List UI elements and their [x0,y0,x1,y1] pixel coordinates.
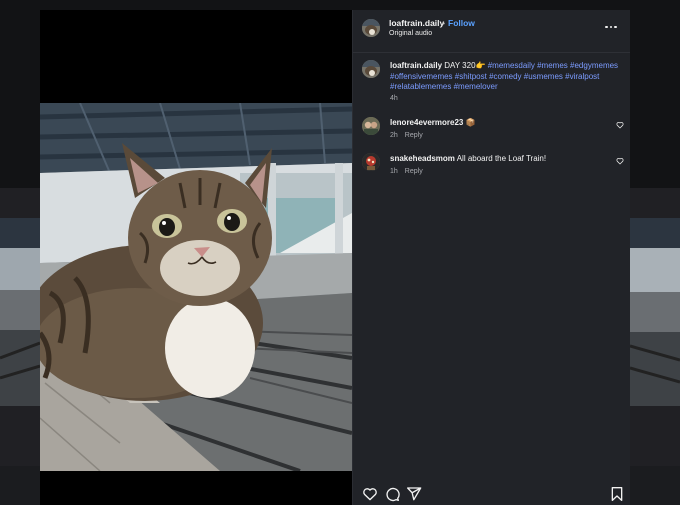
hashtag[interactable]: #memesdaily [488,61,535,70]
media-viewer[interactable] [40,10,352,505]
author-avatar[interactable] [362,19,380,37]
reply-button[interactable]: Reply [405,132,423,139]
comment-2-meta: 1h Reply [390,168,423,175]
comment-2: snakeheadsmom All aboard the Loaf Train! [390,154,600,163]
post-modal: loaftrain.daily • Follow Original audio … [40,10,630,505]
comment-username[interactable]: snakeheadsmom [390,154,455,163]
post-details-panel: loaftrain.daily • Follow Original audio … [352,10,630,505]
hashtag[interactable]: #memes [537,61,568,70]
comment-icon[interactable] [384,486,400,502]
hashtag[interactable]: #usmemes [524,72,563,81]
comment-text: 📦 [465,118,476,127]
caption-username[interactable]: loaftrain.daily [390,61,442,70]
comment-1: lenore4evermore23 📦 [390,118,600,127]
action-bar [353,484,630,505]
post-video[interactable] [40,103,352,471]
comment-like-heart-icon[interactable] [616,157,624,165]
comment-timestamp: 1h [390,168,398,175]
comment-like-heart-icon[interactable] [616,121,624,129]
hashtag[interactable]: #viralpost [565,72,599,81]
post-caption: loaftrain.daily DAY 320👉 #memesdaily #me… [390,61,622,93]
comment-1-meta: 2h Reply [390,132,423,139]
audio-link[interactable]: Original audio [389,30,432,37]
more-options-icon[interactable] [603,22,619,32]
follow-button[interactable]: Follow [448,18,475,28]
hashtag[interactable]: #comedy [489,72,521,81]
reply-button[interactable]: Reply [405,168,423,175]
commenter-avatar[interactable] [362,153,380,171]
header-divider [353,52,630,53]
background-left-thumbnail [0,218,40,406]
commenter-avatar[interactable] [362,117,380,135]
comment-text: All aboard the Loaf Train! [456,154,547,163]
share-icon[interactable] [406,486,422,502]
hashtag[interactable]: #edgymemes [570,61,618,70]
caption-text: DAY 320👉 [444,61,486,70]
hashtag[interactable]: #memelover [454,82,498,91]
hashtag[interactable]: #offensivememes [390,72,453,81]
caption-meta: 4h [390,95,398,102]
author-username[interactable]: loaftrain.daily [389,18,444,28]
background-right-thumbnail [630,218,680,406]
caption-avatar[interactable] [362,60,380,78]
hashtag[interactable]: #relatablememes [390,82,451,91]
comment-timestamp: 2h [390,132,398,139]
hashtag[interactable]: #shitpost [455,72,487,81]
bookmark-icon[interactable] [609,486,625,502]
header-separator: • [442,18,445,28]
comment-username[interactable]: lenore4evermore23 [390,118,463,127]
heart-icon[interactable] [362,486,378,502]
caption-timestamp: 4h [390,95,398,102]
